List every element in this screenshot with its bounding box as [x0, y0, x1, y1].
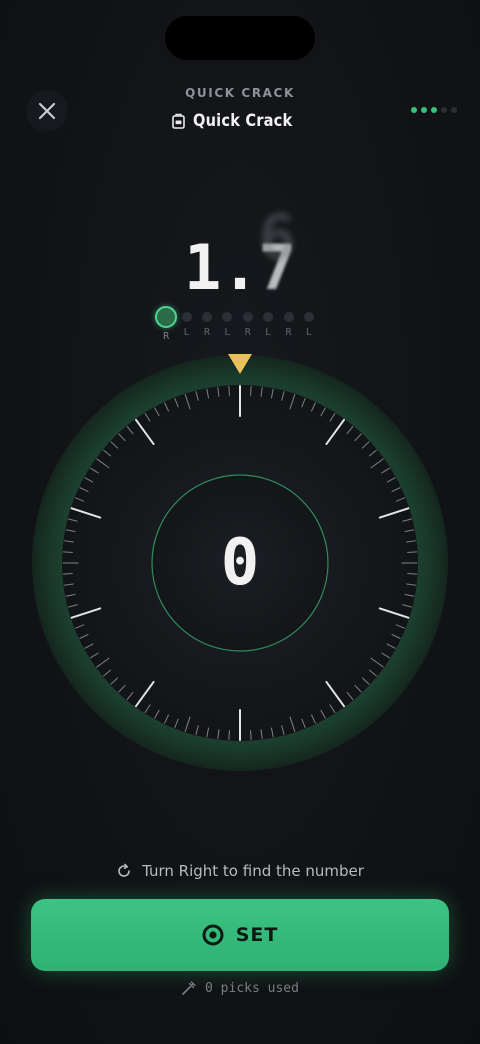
sequence-step-dot: [155, 306, 178, 328]
progress-indicator: [411, 107, 457, 113]
sequence-step: L: [217, 306, 237, 339]
dial-minor-tick: [250, 385, 252, 396]
sequence-step-direction: R: [244, 327, 251, 338]
sequence-step: L: [299, 306, 319, 339]
header-subtitle: QUICK CRACK: [185, 86, 295, 100]
ghost-digit: 6: [258, 201, 296, 274]
sequence-step-direction: L: [305, 327, 312, 338]
page-title-text: Quick Crack: [192, 111, 293, 131]
target-icon: [202, 924, 224, 946]
quick-crack-screen: QUICK CRACK Quick Crack 1.7 6 R L R L R L R L 0…: [0, 0, 480, 1044]
combination-display: 1.7 6: [0, 201, 480, 308]
sequence-step-dot: [201, 312, 212, 322]
sequence-step: L: [176, 306, 196, 339]
progress-dot: [451, 107, 457, 113]
sequence-step-dot: [181, 312, 192, 322]
set-button-label: SET: [235, 924, 279, 946]
sequence-step-dot: [283, 312, 294, 322]
sequence-step-direction: R: [285, 327, 292, 338]
entered-digits: 1.: [184, 231, 259, 304]
rotate-cw-icon: [118, 863, 130, 877]
sequence-step-direction: R: [163, 331, 170, 342]
picks-used-text: 0 picks used: [205, 980, 299, 996]
sequence-step: R: [197, 306, 217, 339]
progress-dot: [431, 107, 437, 113]
instruction-hint: Turn Right to find the number: [0, 862, 480, 880]
sequence-step-dot: [222, 312, 233, 322]
progress-dot: [421, 107, 427, 113]
progress-dot: [441, 107, 447, 113]
sequence-step: L: [258, 306, 278, 339]
spinning-digit: 76: [259, 201, 296, 308]
sequence-step: R: [238, 306, 258, 339]
dial-value: 0: [220, 526, 260, 600]
sequence-step-dot: [242, 312, 253, 322]
dial-minor-tick: [228, 730, 230, 741]
dial-minor-tick: [228, 385, 230, 396]
sequence-step-direction: L: [265, 327, 272, 338]
sequence-step: R: [278, 306, 298, 339]
dial-minor-tick: [250, 730, 252, 741]
safe-icon: [171, 113, 185, 129]
sequence-step-direction: L: [224, 327, 231, 338]
sequence-step-direction: R: [203, 327, 210, 338]
combination-dial[interactable]: 0: [31, 354, 449, 772]
page-title: Quick Crack: [0, 111, 480, 131]
device-notch: [165, 16, 315, 60]
instruction-text: Turn Right to find the number: [142, 862, 364, 880]
picks-used: 0 picks used: [0, 980, 480, 996]
set-button[interactable]: SET: [31, 899, 449, 971]
sequence-step-dot: [303, 312, 314, 322]
sequence-step-dot: [263, 312, 274, 322]
direction-sequence: RLRLRLRL: [155, 306, 319, 343]
pick-icon: [182, 981, 196, 995]
sequence-step: R: [155, 306, 178, 343]
progress-dot: [411, 107, 417, 113]
sequence-step-direction: L: [183, 327, 190, 338]
